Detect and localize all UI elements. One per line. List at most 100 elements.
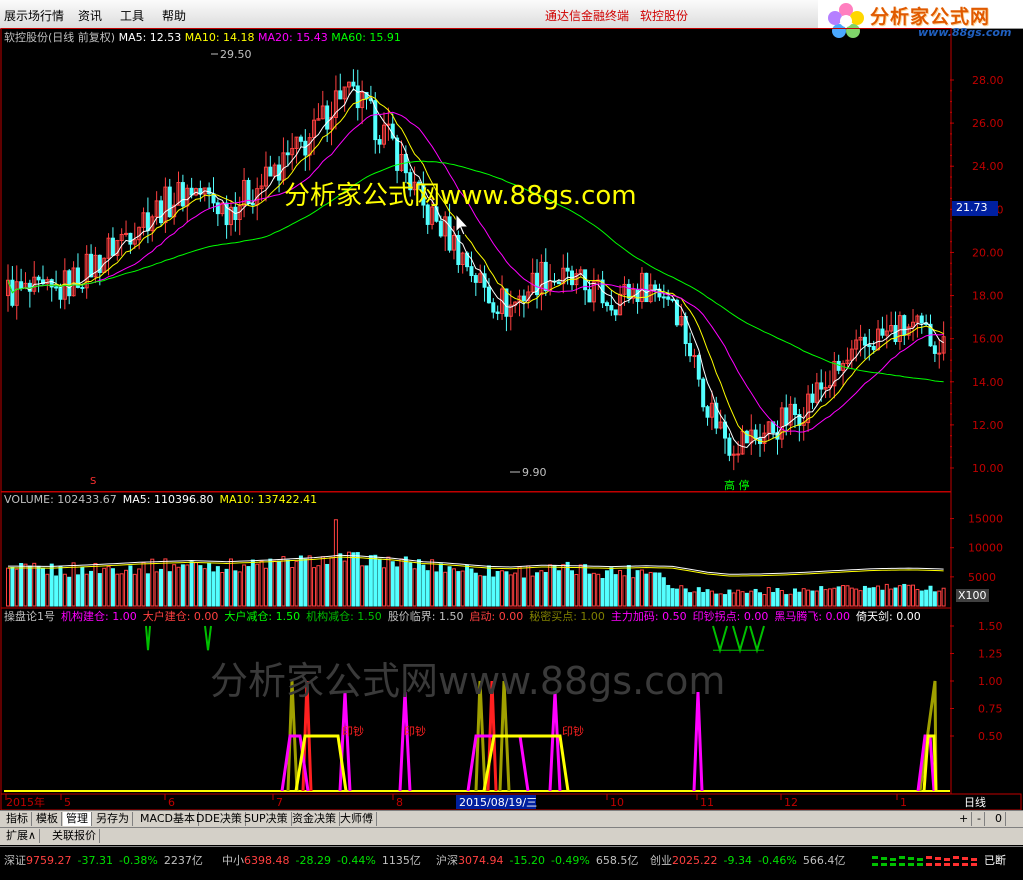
index-status-pct: -0.38% bbox=[118, 854, 158, 867]
volume-bar bbox=[198, 565, 203, 607]
volume-bar bbox=[298, 555, 303, 607]
period-label: 日线 bbox=[964, 795, 986, 809]
candle-body bbox=[495, 311, 500, 314]
candle-body bbox=[325, 105, 330, 130]
ext-tab-0[interactable]: 扩展∧ bbox=[3, 829, 41, 843]
candle-body bbox=[491, 302, 496, 313]
candle-body bbox=[556, 281, 561, 285]
volume-bar bbox=[775, 588, 780, 607]
tab-0[interactable]: 指标 bbox=[3, 812, 32, 826]
index-status-2[interactable]: 沪深3074.94 -15.20 -0.49% 658.5亿 bbox=[436, 852, 638, 868]
candle-body bbox=[819, 382, 824, 390]
volume-bar bbox=[54, 575, 59, 607]
candle-body bbox=[932, 345, 937, 354]
volume-bar bbox=[443, 571, 448, 607]
date-label: 7 bbox=[276, 796, 283, 809]
volume-bar bbox=[491, 576, 496, 607]
index-status-chg: -37.31 bbox=[77, 854, 113, 867]
volume-bar bbox=[395, 566, 400, 607]
volume-bar bbox=[320, 556, 325, 607]
money-spike bbox=[548, 691, 562, 792]
menu-market[interactable]: 展示场行情 bbox=[4, 7, 64, 24]
menu-bar: 展示场行情 资讯 工具 帮助 通达信金融终端 软控股份 分析家公式网 www.8… bbox=[0, 0, 1023, 39]
volume-bar bbox=[862, 585, 867, 607]
volume-bar bbox=[211, 571, 216, 607]
volume-bar bbox=[45, 573, 50, 607]
volume-bar bbox=[771, 592, 776, 607]
candle-body bbox=[167, 186, 172, 218]
volume-bar bbox=[246, 566, 251, 607]
tab-7[interactable]: 资金决策 bbox=[289, 812, 340, 826]
price-tick-label: 26.00 bbox=[972, 117, 1004, 130]
menu-help[interactable]: 帮助 bbox=[162, 7, 186, 24]
candle-body bbox=[692, 355, 697, 358]
volume-bar bbox=[434, 571, 439, 607]
volume-bar bbox=[543, 571, 548, 607]
volume-bar bbox=[194, 562, 198, 607]
extension-tab-bar: 扩展∧ 关联报价 bbox=[0, 827, 1023, 845]
volume-bar bbox=[373, 554, 378, 607]
indicator_panel.header-8: 主力加码: 0.50 bbox=[610, 610, 687, 623]
index-status-3[interactable]: 创业2025.22 -9.34 -0.46% 566.4亿 bbox=[650, 852, 845, 868]
volume-bar bbox=[810, 590, 815, 607]
tab-control-1[interactable]: - bbox=[974, 812, 985, 826]
indicator-tab-bar: 指标 模板 管理 另存为 MACD基本 DDE决策 SUP决策 资金决策 大师傅 + -0 bbox=[0, 810, 1023, 828]
menu-news[interactable]: 资讯 bbox=[78, 7, 102, 24]
volume-bar bbox=[705, 589, 710, 607]
volume-bar bbox=[106, 565, 111, 607]
index-status-amt: 2237亿 bbox=[163, 854, 203, 867]
ad-stock-link[interactable]: 软控股份 bbox=[640, 7, 688, 24]
price-panel bbox=[6, 53, 946, 473]
signal-label-2: 印钞 bbox=[562, 724, 584, 738]
tab-1[interactable]: 模板 bbox=[33, 812, 62, 826]
index-status-amt: 1135亿 bbox=[381, 854, 421, 867]
volume-bar bbox=[93, 562, 98, 607]
ma-legend-2: MA20: 15.43 bbox=[254, 31, 328, 44]
volume-bar bbox=[600, 577, 605, 607]
volume-bar bbox=[316, 565, 321, 607]
candle-body bbox=[351, 81, 356, 87]
ext-tab-1[interactable]: 关联报价 bbox=[49, 829, 100, 843]
volume-bar bbox=[849, 587, 854, 607]
ad-terminal-link[interactable]: 通达信金融终端 bbox=[545, 7, 629, 24]
volume-bar bbox=[574, 574, 579, 607]
volume-bar bbox=[268, 558, 273, 607]
volume-bar bbox=[167, 571, 172, 607]
candle-body bbox=[521, 295, 526, 301]
volume-bar bbox=[622, 575, 627, 607]
tab-5[interactable]: DDE决策 bbox=[193, 812, 246, 826]
tab-4[interactable]: MACD基本 bbox=[137, 812, 199, 826]
tab-8[interactable]: 大师傅 bbox=[337, 812, 377, 826]
volume-bar bbox=[23, 563, 28, 607]
volume-bar bbox=[596, 573, 601, 607]
index-status-1[interactable]: 中小6398.48 -28.29 -0.44% 1135亿 bbox=[222, 852, 421, 868]
tab-6[interactable]: SUP决策 bbox=[241, 812, 292, 826]
candle-body bbox=[744, 430, 749, 444]
volume-unit: X100 bbox=[956, 589, 989, 602]
price-tick-label: 10.00 bbox=[972, 462, 1004, 475]
volume-tick-label: 15000 bbox=[968, 513, 1003, 526]
low-price-label: 9.90 bbox=[522, 466, 547, 479]
volume-bar bbox=[836, 586, 841, 607]
index-status-0[interactable]: 深证9759.27 -37.31 -0.38% 2237亿 bbox=[4, 852, 203, 868]
stock-title: 软控股份(日线 前复权) bbox=[4, 31, 116, 44]
volume-bar bbox=[202, 568, 207, 607]
menu-tools[interactable]: 工具 bbox=[120, 7, 144, 24]
tab-3[interactable]: 另存为 bbox=[93, 812, 133, 826]
volume-bar bbox=[465, 565, 470, 607]
volume-bar bbox=[360, 565, 365, 607]
volume-bar bbox=[342, 560, 347, 607]
price-tick-label: 24.00 bbox=[972, 160, 1004, 173]
candle-body bbox=[58, 286, 63, 300]
volume-bar bbox=[897, 585, 902, 607]
volume_panel.header-1: MA5: 110396.80 bbox=[122, 493, 214, 506]
volume-bar bbox=[145, 573, 150, 607]
candle-body bbox=[543, 261, 548, 292]
tab-2[interactable]: 管理 bbox=[63, 812, 92, 826]
volume-bar bbox=[740, 591, 745, 607]
tab-control-0[interactable]: + bbox=[956, 812, 973, 826]
candle-body bbox=[688, 343, 693, 357]
tab-control-2[interactable]: 0 bbox=[992, 812, 1006, 826]
volume-bar bbox=[858, 590, 863, 607]
indicator_panel.header-5: 股价临界: 1.50 bbox=[387, 610, 464, 623]
